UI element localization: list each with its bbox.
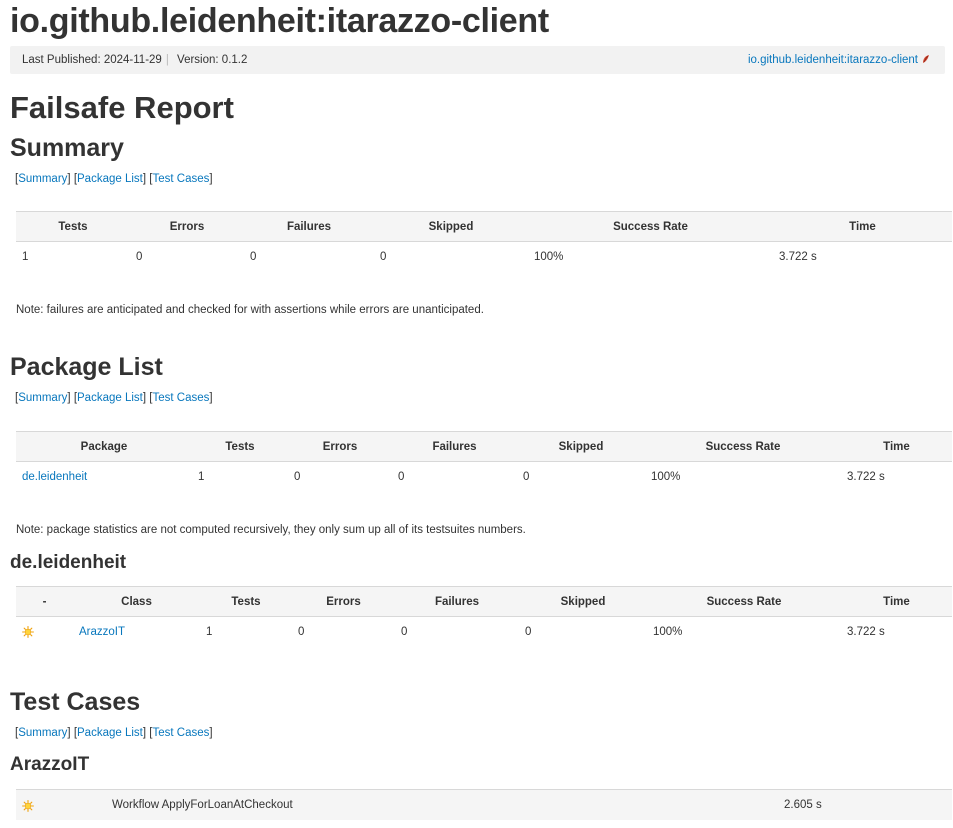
col-skipped: Skipped <box>517 431 645 462</box>
cell-success-rate: 100% <box>651 471 681 483</box>
col-failures: Failures <box>395 586 519 617</box>
col-tests: Tests <box>16 211 130 242</box>
nav-test-cases-link[interactable]: Test Cases <box>152 392 209 404</box>
cell-time: 3.722 s <box>779 251 817 263</box>
test-cases-heading: Test Cases <box>10 688 141 716</box>
col-failures: Failures <box>244 211 374 242</box>
col-status: - <box>16 586 73 617</box>
report-title: Failsafe Report <box>10 90 234 125</box>
cell-class: ArazzoIT <box>73 617 200 648</box>
project-title: io.github.leidenheit:itarazzo-client <box>10 2 549 40</box>
nav-summary-link[interactable]: Summary <box>18 727 67 739</box>
package-list-table: Package Tests Errors Failures Skipped Su… <box>16 431 952 492</box>
breadcrumb: io.github.leidenheit:itarazzo-client <box>748 54 931 66</box>
success-sun-icon <box>22 625 34 638</box>
table-header-row: - Class Tests Errors Failures Skipped Su… <box>16 586 952 617</box>
test-case-time: 2.605 s <box>784 799 822 811</box>
table-header-row: Tests Errors Failures Skipped Success Ra… <box>16 211 952 242</box>
publish-info: Last Published: 2024-11-29 | Version: 0.1… <box>22 54 247 66</box>
col-success-rate: Success Rate <box>645 431 841 462</box>
version-value: 0.1.2 <box>221 54 248 66</box>
summary-note: Note: failures are anticipated and check… <box>16 304 484 316</box>
summary-heading: Summary <box>10 134 124 162</box>
package-list-note: Note: package statistics are not compute… <box>16 524 526 536</box>
cell-tests: 1 <box>206 626 213 638</box>
publish-bar: Last Published: 2024-11-29 | Version: 0.1… <box>10 46 945 74</box>
cell-skipped: 0 <box>525 626 532 638</box>
col-errors: Errors <box>288 431 392 462</box>
col-success-rate: Success Rate <box>647 586 841 617</box>
nav-summary-link[interactable]: Summary <box>18 173 67 185</box>
cell-errors: 0 <box>294 471 301 483</box>
cell-errors: 0 <box>136 251 143 263</box>
cell-failures: 0 <box>398 471 405 483</box>
package-list-nav: [Summary] [Package List] [Test Cases] <box>15 392 213 404</box>
test-class-heading: ArazzoIT <box>10 754 90 775</box>
last-published-label: Last Published: <box>22 54 101 66</box>
col-package: Package <box>16 431 192 462</box>
project-link[interactable]: io.github.leidenheit:itarazzo-client <box>748 54 918 66</box>
package-classes-table: - Class Tests Errors Failures Skipped Su… <box>16 586 952 647</box>
summary-table: Tests Errors Failures Skipped Success Ra… <box>16 211 952 272</box>
cell-time: 3.722 s <box>847 471 885 483</box>
col-errors: Errors <box>292 586 395 617</box>
nav-summary-link[interactable]: Summary <box>18 392 67 404</box>
cell-errors: 0 <box>298 626 305 638</box>
cell-failures: 0 <box>401 626 408 638</box>
col-skipped: Skipped <box>519 586 647 617</box>
col-failures: Failures <box>392 431 517 462</box>
cell-status <box>16 617 73 648</box>
class-link[interactable]: ArazzoIT <box>79 626 125 638</box>
nav-package-list-link[interactable]: Package List <box>77 392 143 404</box>
col-time: Time <box>773 211 952 242</box>
cell-skipped: 0 <box>380 251 387 263</box>
col-time: Time <box>841 586 952 617</box>
test-case-row: Workflow ApplyForLoanAtCheckout 2.605 s <box>16 789 952 820</box>
nav-test-cases-link[interactable]: Test Cases <box>152 173 209 185</box>
table-header-row: Package Tests Errors Failures Skipped Su… <box>16 431 952 462</box>
cell-tests: 1 <box>198 471 205 483</box>
nav-package-list-link[interactable]: Package List <box>77 727 143 739</box>
cell-time: 3.722 s <box>847 626 885 638</box>
col-time: Time <box>841 431 952 462</box>
nav-package-list-link[interactable]: Package List <box>77 173 143 185</box>
maven-feather-icon <box>923 55 929 63</box>
package-list-heading: Package List <box>10 353 163 381</box>
last-published-date: 2024-11-29 <box>103 54 162 66</box>
test-case-name: Workflow ApplyForLoanAtCheckout <box>112 799 293 811</box>
table-row: de.leidenheit 1 0 0 0 100% 3.722 s <box>16 462 952 493</box>
col-errors: Errors <box>130 211 244 242</box>
col-tests: Tests <box>192 431 288 462</box>
package-link[interactable]: de.leidenheit <box>22 471 87 483</box>
cell-skipped: 0 <box>523 471 530 483</box>
cell-failures: 0 <box>250 251 257 263</box>
cell-tests: 1 <box>22 251 29 263</box>
package-heading: de.leidenheit <box>10 552 127 573</box>
col-skipped: Skipped <box>374 211 528 242</box>
test-cases-nav: [Summary] [Package List] [Test Cases] <box>15 727 213 739</box>
version-label: Version: <box>177 54 219 66</box>
col-tests: Tests <box>200 586 292 617</box>
cell-success-rate: 100% <box>653 626 683 638</box>
col-success-rate: Success Rate <box>528 211 773 242</box>
nav-test-cases-link[interactable]: Test Cases <box>152 727 209 739</box>
success-sun-icon <box>22 800 34 812</box>
table-row: 1 0 0 0 100% 3.722 s <box>16 242 952 273</box>
cell-package: de.leidenheit <box>16 462 192 493</box>
table-row: ArazzoIT 1 0 0 0 100% 3.722 s <box>16 617 952 648</box>
summary-nav: [Summary] [Package List] [Test Cases] <box>15 173 213 185</box>
col-class: Class <box>73 586 200 617</box>
cell-success-rate: 100% <box>534 251 564 263</box>
separator: | <box>165 54 169 66</box>
